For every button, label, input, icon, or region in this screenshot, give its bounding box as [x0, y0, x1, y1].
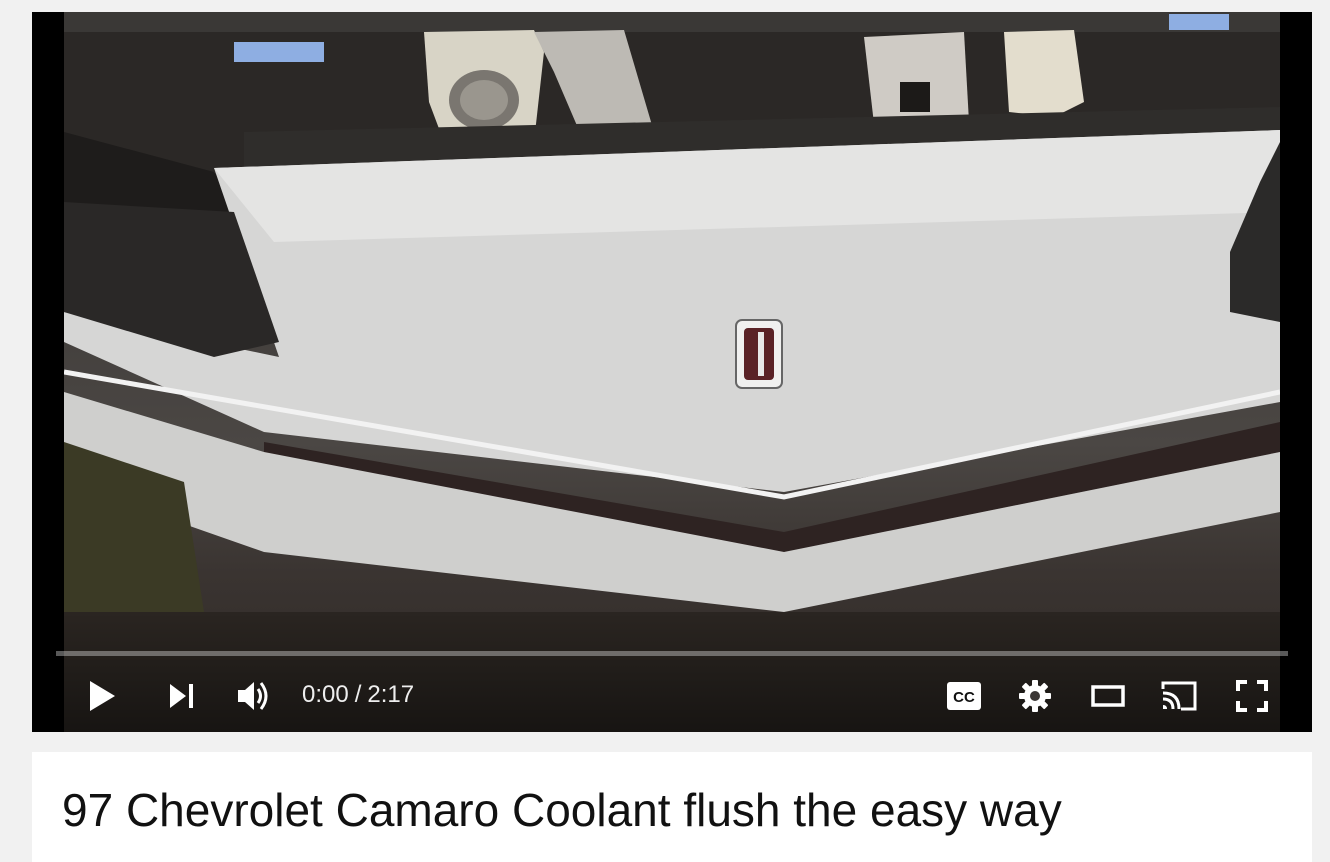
settings-button[interactable]	[1013, 674, 1057, 718]
fullscreen-icon	[1236, 680, 1268, 712]
fullscreen-button[interactable]	[1230, 674, 1274, 718]
video-info-panel: 97 Chevrolet Camaro Coolant flush the ea…	[32, 752, 1312, 862]
time-display: 0:00/2:17	[302, 680, 414, 710]
theater-icon	[1091, 685, 1125, 707]
progress-bar[interactable]	[56, 651, 1288, 656]
cc-label: CC	[953, 689, 975, 706]
play-button[interactable]	[80, 674, 124, 718]
next-button[interactable]	[160, 674, 204, 718]
cast-button[interactable]	[1157, 674, 1201, 718]
captions-button[interactable]: CC	[942, 674, 986, 718]
duration: 2:17	[367, 681, 415, 708]
time-separator: /	[354, 681, 362, 708]
theater-mode-button[interactable]	[1086, 674, 1130, 718]
play-icon	[90, 681, 115, 711]
volume-button[interactable]	[232, 674, 276, 718]
player-controls: 0:00/2:17 CC	[32, 660, 1312, 732]
gear-icon	[1019, 680, 1051, 712]
volume-icon	[238, 682, 268, 710]
current-time: 0:00	[302, 681, 349, 708]
next-icon	[170, 684, 193, 708]
video-title: 97 Chevrolet Camaro Coolant flush the ea…	[62, 784, 1062, 836]
cast-icon	[1161, 681, 1197, 711]
cc-icon: CC	[947, 682, 981, 710]
video-player[interactable]: 0:00/2:17 CC	[32, 12, 1312, 732]
